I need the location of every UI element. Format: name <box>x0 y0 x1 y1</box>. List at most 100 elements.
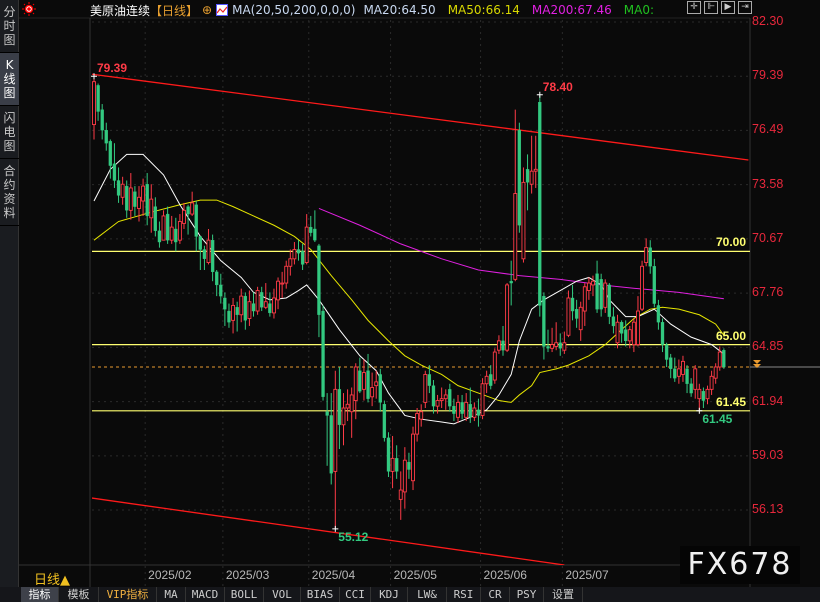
candle-up <box>304 226 309 264</box>
candle-up <box>591 280 595 286</box>
toolbar-item-8[interactable]: CCI <box>340 587 371 602</box>
toolbar-item-11[interactable]: RSI <box>447 587 481 602</box>
candle-up <box>370 387 375 398</box>
candle-down <box>223 297 227 310</box>
candle-up <box>374 381 379 387</box>
candle-down <box>260 292 264 308</box>
candle-down <box>517 130 522 226</box>
extreme-label: 79.39 <box>97 61 128 76</box>
crosshair-icon[interactable]: ✛ <box>687 1 701 14</box>
indicator-chart-icon[interactable] <box>216 4 229 16</box>
candle-up <box>169 226 174 241</box>
candle-down <box>509 281 513 284</box>
candle-up <box>705 388 710 400</box>
ma20-value: MA20:64.50 <box>363 3 436 17</box>
toolbar-item-2[interactable]: VIP指标 <box>99 587 157 602</box>
candle-up <box>566 297 571 336</box>
candle-up <box>472 407 477 418</box>
period-selector[interactable]: 日线▲ <box>34 569 70 588</box>
candle-down <box>125 185 129 211</box>
candle-down <box>701 391 706 401</box>
candle-down <box>558 342 562 349</box>
candle-up <box>280 282 285 285</box>
y-tick-label: 70.67 <box>752 230 784 245</box>
candle-up <box>496 340 501 351</box>
toolbar-item-6[interactable]: VOL <box>264 587 301 602</box>
y-tick-label: 82.30 <box>752 14 784 28</box>
extreme-label: 61.45 <box>702 411 733 426</box>
candle-down <box>104 130 108 144</box>
toolbar-item-7[interactable]: BIAS <box>301 587 340 602</box>
candle-up <box>415 413 420 435</box>
instrument-name: 美原油连续 <box>90 3 151 18</box>
candle-up <box>586 282 591 291</box>
y-tick-label: 61.94 <box>752 393 784 408</box>
candle-down <box>296 249 301 254</box>
candle-up <box>149 198 154 219</box>
jump-end-icon[interactable]: ⇥ <box>738 1 752 14</box>
candle-down <box>202 249 207 259</box>
candle-down <box>235 307 239 315</box>
zoom-in-icon[interactable]: ⊩ <box>704 1 718 14</box>
candle-down <box>624 329 628 342</box>
level-label: 61.45 <box>716 394 747 409</box>
candle-up <box>631 321 636 346</box>
candle-down <box>321 310 325 397</box>
candle-up <box>161 215 166 241</box>
kline-chart[interactable] <box>0 0 820 602</box>
toolbar-item-12[interactable]: CR <box>481 587 510 602</box>
add-icon[interactable]: ⊕ <box>202 3 212 17</box>
candle-up <box>709 375 714 390</box>
candle-down <box>460 402 464 414</box>
toolbar-item-0[interactable]: 指标 <box>21 587 59 602</box>
toolbar-item-13[interactable]: PSY <box>510 587 544 602</box>
candle-up <box>272 297 276 314</box>
candle-down <box>215 271 219 286</box>
candle-down <box>251 303 256 312</box>
toolbar-item-5[interactable]: BOLL <box>225 587 264 602</box>
candle-down <box>145 184 149 217</box>
toolbar-item-1[interactable]: 模板 <box>59 587 99 602</box>
candle-up <box>533 168 538 172</box>
ma0-value: MA0: <box>623 3 655 17</box>
y-tick-label: 79.39 <box>752 68 784 83</box>
candle-down <box>689 383 693 394</box>
play-forward-icon[interactable]: ▶ <box>721 1 735 14</box>
level-label: 70.00 <box>716 235 747 250</box>
candle-down <box>611 316 616 327</box>
candle-up <box>529 170 534 185</box>
candle-down <box>660 322 665 345</box>
candle-up <box>263 301 268 308</box>
candle-down <box>133 191 137 207</box>
y-tick-label: 73.58 <box>752 176 784 191</box>
ma50-value: MA50:66.14 <box>447 3 520 17</box>
candle-up <box>349 394 354 413</box>
candle-down <box>673 368 677 379</box>
candle-up <box>419 411 424 420</box>
candle-up <box>353 366 358 401</box>
extreme-label: 55.12 <box>338 529 369 544</box>
candle-down <box>358 370 362 392</box>
candle-down <box>116 180 121 196</box>
candle-down <box>198 236 202 250</box>
toolbar-item-14[interactable]: 设置 <box>544 587 583 602</box>
candle-down <box>395 458 399 472</box>
candle-up <box>345 403 350 409</box>
candle-up <box>492 351 497 381</box>
toolbar-item-10[interactable]: LW& <box>408 587 447 602</box>
candle-down <box>219 284 223 297</box>
toolbar-item-3[interactable]: MA <box>157 587 186 602</box>
candle-down <box>300 251 305 265</box>
candle-down <box>431 385 436 407</box>
toolbar-item-4[interactable]: MACD <box>186 587 225 602</box>
candle-up <box>398 489 403 500</box>
toolbar-item-9[interactable]: KDJ <box>371 587 408 602</box>
extreme-label: 78.40 <box>542 79 573 94</box>
x-tick-label: 2025/03 <box>225 568 270 582</box>
candle-up <box>582 286 587 312</box>
candle-up <box>137 196 141 209</box>
candle-up <box>550 344 555 349</box>
candle-down <box>366 370 370 399</box>
candle-down <box>108 141 113 166</box>
ma20-line <box>93 153 725 425</box>
